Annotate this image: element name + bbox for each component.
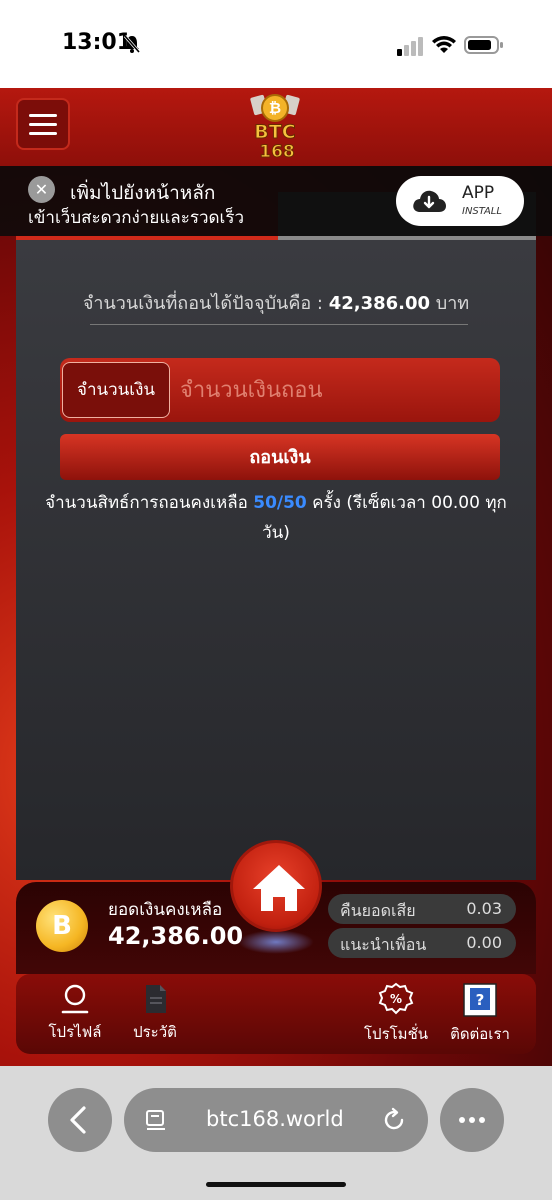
- bell-off-icon: [123, 35, 141, 53]
- amount-input-group: จำนวนเงิน: [60, 358, 500, 422]
- battery-icon: [464, 36, 503, 54]
- reload-icon[interactable]: [380, 1106, 408, 1134]
- add-to-home-subtitle: เข้าเว็บสะดวกง่ายและรวดเร็ว: [28, 208, 245, 228]
- home-button[interactable]: [230, 840, 322, 932]
- page-settings-icon: [146, 1110, 165, 1130]
- nav-promotion[interactable]: % โปรโมชั่น: [356, 982, 436, 1048]
- cloud-download-icon: [413, 190, 446, 212]
- referral-label: แนะนำเพื่อน: [340, 935, 427, 954]
- home-indicator: [206, 1182, 346, 1187]
- svg-text:?: ?: [476, 991, 485, 1009]
- close-icon[interactable]: ✕: [28, 176, 55, 203]
- cashback-value: 0.03: [466, 899, 502, 918]
- svg-text:168: 168: [259, 142, 295, 162]
- amount-label: จำนวนเงิน: [62, 362, 170, 418]
- nav-promotion-label: โปรโมชั่น: [363, 1025, 428, 1043]
- withdraw-button[interactable]: ถอนเงิน: [60, 434, 500, 480]
- status-bar: 13:01: [0, 0, 552, 88]
- svg-text:₿: ₿: [269, 99, 281, 117]
- browser-toolbar: btc168.world: [0, 1066, 552, 1200]
- btc168-logo[interactable]: ₿ BTC 168: [236, 92, 314, 162]
- withdraw-panel: จำนวนเงินที่ถอนได้ปัจจุบันคือ : 42,386.0…: [16, 240, 536, 880]
- menu-button[interactable]: [16, 98, 70, 150]
- bottom-nav: โปรไฟล์ ประวัติ % โปรโมชั่น ? ติดต่อเรา: [16, 974, 536, 1054]
- back-button[interactable]: [48, 1088, 112, 1152]
- referral-pill[interactable]: แนะนำเพื่อน 0.00: [328, 928, 516, 958]
- more-button[interactable]: [440, 1088, 504, 1152]
- rights-count: 50/50: [253, 493, 307, 513]
- contact-icon: ?: [463, 983, 497, 1017]
- nav-contact-label: ติดต่อเรา: [450, 1025, 510, 1043]
- app-button-sub: INSTALL: [462, 206, 502, 217]
- chevron-left-icon: [70, 1106, 86, 1134]
- balance-value: 42,386.00: [108, 922, 244, 950]
- svg-text:%: %: [390, 992, 402, 1006]
- svg-text:BTC: BTC: [254, 121, 295, 143]
- signal-icon: [397, 37, 423, 56]
- amount-input[interactable]: [180, 366, 490, 414]
- available-label: จำนวนเงินที่ถอนได้ปัจจุบันคือ :: [82, 293, 329, 314]
- url-text: btc168.world: [206, 1107, 344, 1131]
- coin-icon: B: [36, 900, 88, 952]
- withdraw-rights-text: จำนวนสิทธ์การถอนคงเหลือ 50/50 ครั้ง (รีเ…: [45, 493, 507, 543]
- history-icon: [146, 985, 166, 1013]
- referral-value: 0.00: [466, 933, 502, 952]
- promotion-icon: %: [378, 982, 414, 1015]
- cashback-label: คืนยอดเสีย: [340, 901, 416, 920]
- profile-icon: [61, 984, 89, 1014]
- balance-label: ยอดเงินคงเหลือ: [108, 900, 223, 920]
- nav-profile[interactable]: โปรไฟล์: [40, 982, 110, 1048]
- available-amount: 42,386.00: [328, 293, 431, 314]
- more-dots-icon: [459, 1117, 485, 1123]
- wifi-icon: [432, 36, 456, 53]
- hamburger-icon: [29, 114, 57, 117]
- app-header: ₿ BTC 168: [0, 88, 552, 166]
- app-button-label: APP: [462, 183, 495, 203]
- url-bar[interactable]: btc168.world: [124, 1088, 428, 1152]
- available-balance-line: จำนวนเงินที่ถอนได้ปัจจุบันคือ : 42,386.0…: [16, 288, 536, 317]
- cashback-pill[interactable]: คืนยอดเสีย 0.03: [328, 894, 516, 924]
- nav-contact[interactable]: ? ติดต่อเรา: [440, 982, 520, 1048]
- home-icon: [253, 865, 305, 911]
- app-install-button[interactable]: APP INSTALL: [396, 176, 524, 226]
- divider: [90, 324, 468, 325]
- nav-profile-label: โปรไฟล์: [48, 1023, 102, 1041]
- nav-history-label: ประวัติ: [133, 1023, 177, 1041]
- currency-label: บาท: [430, 293, 470, 314]
- nav-history[interactable]: ประวัติ: [120, 982, 190, 1048]
